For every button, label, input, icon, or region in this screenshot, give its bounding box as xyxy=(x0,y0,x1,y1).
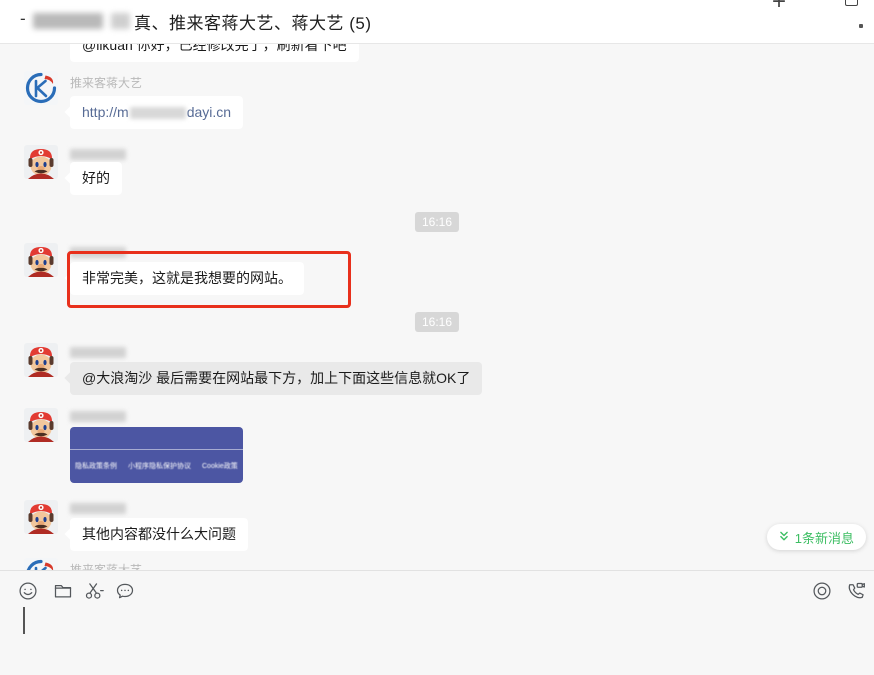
add-icon[interactable]: + xyxy=(772,0,786,16)
new-message-button[interactable]: 1条新消息 xyxy=(766,524,866,550)
link-suffix: dayi.cn xyxy=(186,104,232,120)
company-logo-icon xyxy=(24,558,58,570)
footer-link: 隐私政策条例 xyxy=(75,463,117,470)
avatar[interactable] xyxy=(24,408,58,442)
sender-name: 推来客蒋大艺 xyxy=(70,563,143,570)
mario-avatar-icon xyxy=(24,243,58,277)
chat-history-icon[interactable] xyxy=(115,581,135,601)
redacted-sender-name xyxy=(70,503,126,514)
mario-avatar-icon xyxy=(24,500,58,534)
sender-name: 推来客蒋大艺 xyxy=(70,76,143,90)
avatar[interactable] xyxy=(24,343,58,377)
record-icon[interactable] xyxy=(812,581,832,601)
maximize-icon[interactable] xyxy=(845,0,858,6)
folder-icon[interactable] xyxy=(53,581,73,601)
link-prefix: http://m xyxy=(82,104,129,120)
input-panel xyxy=(0,570,874,675)
redacted-sender-name xyxy=(70,247,126,258)
screenshot-icon[interactable] xyxy=(84,581,104,601)
redacted-sender-name xyxy=(70,411,126,422)
company-logo-icon xyxy=(24,71,58,105)
avatar[interactable] xyxy=(24,71,58,105)
avatar[interactable] xyxy=(24,243,58,277)
message-bubble: 非常完美，这就是我想要的网站。 xyxy=(70,262,304,295)
footer-divider-line xyxy=(70,449,243,450)
footer-link: Cookie政策 xyxy=(202,463,238,470)
video-call-icon[interactable] xyxy=(846,581,866,601)
redacted-sender-name xyxy=(70,347,126,358)
link-message[interactable]: http://m dayi.cn xyxy=(70,96,244,129)
message-bubble: 好的 xyxy=(70,162,122,195)
chat-title-bar: - 真、推来客蒋大艺、蒋大艺 (5) + xyxy=(0,0,874,44)
mario-avatar-icon xyxy=(24,145,58,179)
message-bubble: 其他内容都没什么大问题 xyxy=(70,518,248,551)
message-bubble-highlighted: @大浪淘沙 最后需要在网站最下方，加上下面这些信息就OK了 xyxy=(70,362,483,395)
chat-title: 真、推来客蒋大艺、蒋大艺 (5) xyxy=(134,14,372,33)
mario-avatar-icon xyxy=(24,343,58,377)
avatar[interactable] xyxy=(24,145,58,179)
image-message-website-footer[interactable]: 隐私政策条例 小程序隐私保护协议 Cookie政策 备 xyxy=(70,427,243,483)
redacted-title-segment xyxy=(33,13,103,29)
text-cursor xyxy=(23,607,25,634)
message-input[interactable] xyxy=(0,603,874,675)
timestamp-badge: 16:16 xyxy=(414,212,460,232)
redacted-sender-name xyxy=(70,149,126,160)
redacted-title-segment xyxy=(111,13,130,29)
scrollbar-dot xyxy=(859,24,863,28)
footer-link: 小程序隐私保护协议 xyxy=(128,463,191,470)
redacted-link-segment xyxy=(129,107,186,120)
mario-avatar-icon xyxy=(24,408,58,442)
avatar[interactable] xyxy=(24,558,58,570)
double-chevron-down-icon xyxy=(779,531,788,541)
wechat-chat-window: @likuan 你好，已经修改完了，刷新看下吧 推来客蒋大艺 http://m d… xyxy=(0,0,874,675)
emoji-icon[interactable] xyxy=(18,581,38,601)
avatar[interactable] xyxy=(24,500,58,534)
new-message-label: 1条新消息 xyxy=(794,530,854,546)
timestamp-badge: 16:16 xyxy=(414,312,460,332)
title-dash: - xyxy=(20,9,26,28)
chat-message-area[interactable]: @likuan 你好，已经修改完了，刷新看下吧 推来客蒋大艺 http://m d… xyxy=(0,0,874,570)
